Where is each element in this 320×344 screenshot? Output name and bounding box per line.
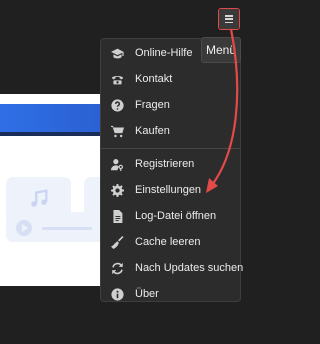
app-header-divider (0, 132, 110, 136)
broom-icon (111, 236, 124, 249)
question-circle-icon (111, 99, 124, 112)
graduation-cap-icon (111, 47, 124, 60)
menu-item-kaufen[interactable]: Kaufen (101, 119, 240, 145)
menu-separator (101, 148, 240, 149)
menu-item-cache-leeren[interactable]: Cache leeren (101, 230, 240, 256)
main-menu-dropdown: Online-Hilfe Kontakt Fragen Kaufen Regis… (100, 38, 244, 302)
menu-item-label: Kaufen (135, 125, 170, 137)
player-track (42, 227, 92, 230)
music-note-icon (31, 189, 48, 207)
menu-item-nach-updates-suchen[interactable]: Nach Updates suchen (101, 256, 244, 282)
info-icon (111, 288, 124, 301)
user-key-icon (111, 158, 124, 171)
menu-item-log-datei-oeffnen[interactable]: Log-Datei öffnen (101, 204, 240, 230)
audio-player-bar (6, 212, 110, 242)
gear-icon (111, 184, 124, 197)
menu-item-label: Cache leeren (135, 236, 201, 248)
menu-item-label: Einstellungen (135, 184, 202, 196)
menu-item-ueber[interactable]: Über (101, 282, 240, 308)
menu-item-fragen[interactable]: Fragen (101, 93, 240, 119)
highlight-box (218, 8, 240, 30)
menu-item-label: Online-Hilfe (135, 47, 193, 59)
phone-icon (111, 73, 124, 86)
menu-item-label: Registrieren (135, 158, 195, 170)
menu-item-kontakt[interactable]: Kontakt (101, 67, 240, 93)
menu-item-label: Kontakt (135, 73, 173, 85)
menu-item-label: Log-Datei öffnen (135, 210, 217, 222)
menu-item-label: Nach Updates suchen (135, 262, 244, 274)
menu-button[interactable] (218, 8, 240, 30)
menu-item-label: Über (135, 288, 159, 300)
menu-tooltip: Menü (201, 37, 241, 63)
refresh-icon (111, 262, 124, 275)
document-icon (111, 210, 124, 223)
play-icon (16, 220, 32, 236)
cart-icon (111, 125, 124, 138)
menu-item-registrieren[interactable]: Registrieren (101, 152, 240, 178)
background-app-window (0, 94, 110, 286)
menu-item-label: Fragen (135, 99, 170, 111)
menu-item-einstellungen[interactable]: Einstellungen (101, 178, 240, 204)
app-header-band (0, 104, 110, 132)
